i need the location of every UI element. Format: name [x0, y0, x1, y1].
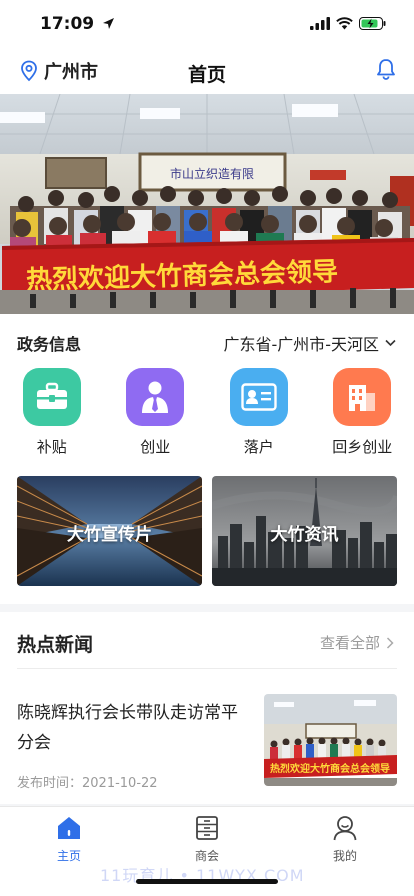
news-info-label: 大竹资讯	[270, 525, 339, 545]
app-header: 广州市 首页	[0, 50, 414, 94]
see-all-label: 查看全部	[319, 634, 380, 652]
promo-video-card[interactable]: 大竹宣传片	[17, 476, 202, 586]
service-return-startup[interactable]: 回乡创业	[311, 368, 414, 457]
service-residence-icon-box	[229, 368, 288, 426]
location-selector[interactable]: 广州市	[20, 58, 98, 84]
id-card-icon	[241, 383, 277, 411]
hot-news-section: 热点新闻 查看全部 陈晓辉执行会长带队走访常平分会 发布时间：2021-10-2…	[0, 612, 414, 804]
thumbnail-slogan-text: 热烈欢迎大竹商会总会领导	[270, 762, 390, 775]
bell-icon	[377, 59, 395, 80]
service-return-startup-label: 回乡创业	[332, 438, 393, 456]
service-subsidy[interactable]: 补贴	[0, 368, 104, 457]
news-thumbnail-photo: 热烈欢迎大竹商会总会领导	[264, 694, 397, 786]
hot-news-title: 热点新闻	[17, 634, 94, 656]
user-icon	[333, 816, 357, 841]
home-indicator[interactable]	[136, 879, 278, 884]
service-return-startup-icon-box	[333, 368, 392, 426]
news-list-item[interactable]: 陈晓辉执行会长带队走访常平分会 发布时间：2021-10-22 热烈欢迎大竹商会…	[0, 692, 414, 792]
home-icon	[58, 817, 80, 839]
chevron-right-icon	[386, 636, 394, 649]
service-residence[interactable]: 落户	[207, 368, 311, 457]
building-sign-text: 市山立织造有限	[170, 166, 254, 181]
divider	[17, 668, 397, 669]
service-startup-label: 创业	[140, 438, 171, 456]
service-subsidy-icon-box	[22, 368, 81, 426]
see-all-link[interactable]: 查看全部	[320, 632, 394, 653]
service-startup-icon-box	[126, 368, 185, 426]
news-date-label: 发布时间：	[17, 776, 83, 791]
news-info-card[interactable]: 大竹资讯	[212, 476, 397, 586]
briefcase-icon	[36, 382, 67, 409]
service-residence-label: 落户	[243, 438, 274, 456]
wifi-icon	[336, 17, 353, 30]
status-bar: 17:09	[0, 0, 414, 50]
location-arrow-icon	[103, 18, 115, 29]
current-city: 广州市	[44, 62, 98, 83]
tab-mine-label: 我的	[332, 849, 357, 863]
map-pin-icon	[21, 60, 37, 82]
banner-photo: 市山立织造有限 热烈欢迎大竹商会总会领导	[0, 94, 414, 314]
news-item-title: 陈晓辉执行会长带队走访常平分会	[17, 703, 238, 753]
service-startup[interactable]: 创业	[104, 368, 208, 457]
cabinet-icon	[196, 816, 218, 840]
gov-section-title: 政务信息	[17, 335, 82, 354]
person-tie-icon	[142, 381, 169, 413]
buildings-icon	[349, 385, 376, 411]
region-label: 广东省-广州市-天河区	[223, 335, 379, 354]
status-indicators	[310, 17, 386, 30]
notification-button[interactable]	[376, 58, 396, 84]
news-item-date: 发布时间：2021-10-22	[17, 772, 158, 791]
signal-icon	[310, 17, 330, 30]
news-item-thumbnail: 热烈欢迎大竹商会总会领导	[264, 694, 397, 786]
gov-info-section: 政务信息 广东省-广州市-天河区 补贴 创业 落户 回乡创业 大竹宣传片 大竹资…	[0, 314, 414, 604]
status-time: 17:09	[40, 14, 115, 34]
promo-video-label: 大竹宣传片	[67, 525, 152, 545]
chevron-down-icon	[385, 339, 396, 347]
service-grid: 补贴 创业 落户 回乡创业	[0, 368, 414, 457]
news-date-value: 2021-10-22	[82, 776, 158, 791]
battery-charging-icon	[359, 17, 386, 30]
banner-carousel[interactable]: 市山立织造有限 热烈欢迎大竹商会总会领导	[0, 94, 414, 314]
region-selector[interactable]: 广东省-广州市-天河区	[223, 331, 396, 355]
service-subsidy-label: 补贴	[36, 438, 67, 456]
feature-cards: 大竹宣传片 大竹资讯	[17, 476, 397, 586]
tab-home-label: 主页	[56, 849, 81, 863]
